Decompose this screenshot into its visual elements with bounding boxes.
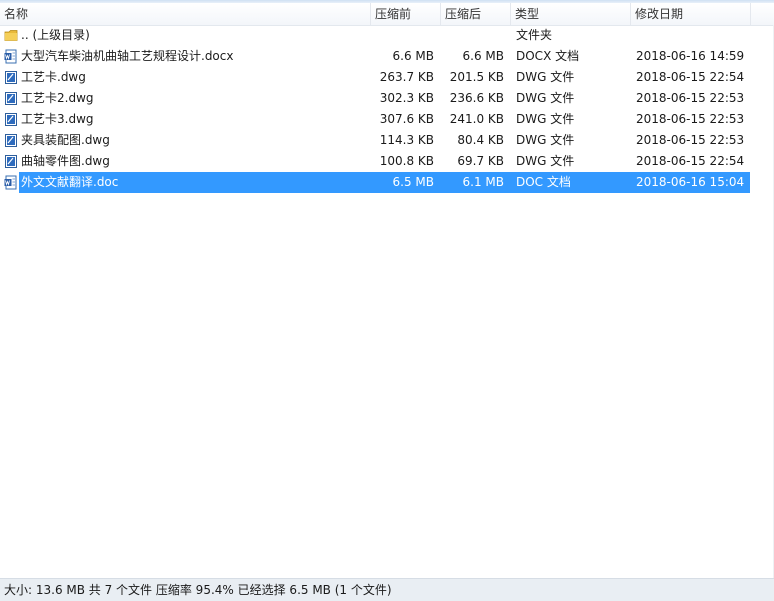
file-type: DOCX 文档 bbox=[516, 49, 580, 63]
file-compressed-size: 80.4 KB bbox=[457, 133, 504, 147]
file-compressed-size: 69.7 KB bbox=[457, 154, 504, 168]
file-modified bbox=[636, 25, 748, 46]
word-document-icon bbox=[4, 175, 17, 190]
file-modified: 2018-06-16 14:59 bbox=[636, 49, 745, 63]
file-compressed-size bbox=[441, 25, 504, 46]
column-header-modified[interactable]: 修改日期 bbox=[631, 3, 751, 25]
file-type: DWG 文件 bbox=[516, 91, 575, 105]
file-compressed-size: 236.6 KB bbox=[449, 91, 504, 105]
file-modified: 2018-06-15 22:54 bbox=[636, 154, 745, 168]
column-header-packed-size[interactable]: 压缩前 bbox=[371, 3, 441, 25]
list-item-file[interactable]: 工艺卡3.dwg 307.6 KB 241.0 KB DWG 文件 2018-0… bbox=[0, 109, 752, 130]
file-name: 工艺卡.dwg bbox=[21, 70, 86, 84]
file-type: DWG 文件 bbox=[516, 112, 575, 126]
file-name: 外文文献翻译.doc bbox=[21, 175, 119, 189]
list-item-file[interactable]: 工艺卡2.dwg 302.3 KB 236.6 KB DWG 文件 2018-0… bbox=[0, 88, 752, 109]
file-packed-size: 114.3 KB bbox=[379, 133, 434, 147]
file-compressed-size: 6.6 MB bbox=[462, 49, 504, 63]
column-header-filler bbox=[751, 3, 774, 25]
list-item-file[interactable]: 曲轴零件图.dwg 100.8 KB 69.7 KB DWG 文件 2018-0… bbox=[0, 151, 752, 172]
file-packed-size: 6.5 MB bbox=[392, 175, 434, 189]
file-packed-size: 302.3 KB bbox=[379, 91, 434, 105]
file-modified: 2018-06-15 22:54 bbox=[636, 70, 745, 84]
column-header-compressed-size[interactable]: 压缩后 bbox=[441, 3, 511, 25]
dwg-file-icon bbox=[5, 71, 17, 84]
file-modified: 2018-06-16 15:04 bbox=[636, 175, 745, 189]
file-type: DWG 文件 bbox=[516, 154, 575, 168]
file-compressed-size: 201.5 KB bbox=[449, 70, 504, 84]
file-name: 曲轴零件图.dwg bbox=[21, 154, 110, 168]
file-packed-size: 307.6 KB bbox=[379, 112, 434, 126]
file-modified: 2018-06-15 22:53 bbox=[636, 112, 745, 126]
file-type: DOC 文档 bbox=[516, 175, 571, 189]
file-name: 工艺卡3.dwg bbox=[21, 112, 94, 126]
file-name: 大型汽车柴油机曲轴工艺规程设计.docx bbox=[21, 49, 234, 63]
column-header-name[interactable]: 名称 bbox=[0, 3, 371, 25]
file-packed-size: 263.7 KB bbox=[379, 70, 434, 84]
list-item-file[interactable]: 夹具装配图.dwg 114.3 KB 80.4 KB DWG 文件 2018-0… bbox=[0, 130, 752, 151]
list-item-file[interactable]: 大型汽车柴油机曲轴工艺规程设计.docx 6.6 MB 6.6 MB DOCX … bbox=[0, 46, 752, 67]
file-packed-size: 6.6 MB bbox=[392, 49, 434, 63]
dwg-file-icon bbox=[5, 113, 17, 126]
status-bar: 大小: 13.6 MB 共 7 个文件 压缩率 95.4% 已经选择 6.5 M… bbox=[0, 578, 774, 601]
list-item-file[interactable]: 工艺卡.dwg 263.7 KB 201.5 KB DWG 文件 2018-06… bbox=[0, 67, 752, 88]
file-name: 工艺卡2.dwg bbox=[21, 91, 94, 105]
list-item-file-selected[interactable]: 外文文献翻译.doc 6.5 MB 6.1 MB DOC 文档 2018-06-… bbox=[0, 172, 752, 193]
file-modified: 2018-06-15 22:53 bbox=[636, 133, 745, 147]
archive-file-list-window: 名称 压缩前 压缩后 类型 修改日期 .. (上级目录) 文件夹 大型汽车柴油机… bbox=[0, 0, 774, 601]
file-type: DWG 文件 bbox=[516, 70, 575, 84]
column-header-type[interactable]: 类型 bbox=[511, 3, 631, 25]
file-name: 夹具装配图.dwg bbox=[21, 133, 110, 147]
dwg-file-icon bbox=[5, 155, 17, 168]
file-compressed-size: 241.0 KB bbox=[449, 112, 504, 126]
file-packed-size bbox=[371, 25, 434, 46]
file-type: 文件夹 bbox=[516, 28, 553, 42]
list-item-parent-directory[interactable]: .. (上级目录) 文件夹 bbox=[0, 25, 752, 46]
word-document-icon bbox=[4, 49, 17, 64]
folder-icon bbox=[4, 30, 18, 41]
file-compressed-size: 6.1 MB bbox=[462, 175, 504, 189]
column-header-bar: 名称 压缩前 压缩后 类型 修改日期 bbox=[0, 3, 774, 26]
file-modified: 2018-06-15 22:53 bbox=[636, 91, 745, 105]
file-packed-size: 100.8 KB bbox=[379, 154, 434, 168]
dwg-file-icon bbox=[5, 92, 17, 105]
file-type: DWG 文件 bbox=[516, 133, 575, 147]
dwg-file-icon bbox=[5, 134, 17, 147]
file-name: .. (上级目录) bbox=[21, 28, 90, 42]
